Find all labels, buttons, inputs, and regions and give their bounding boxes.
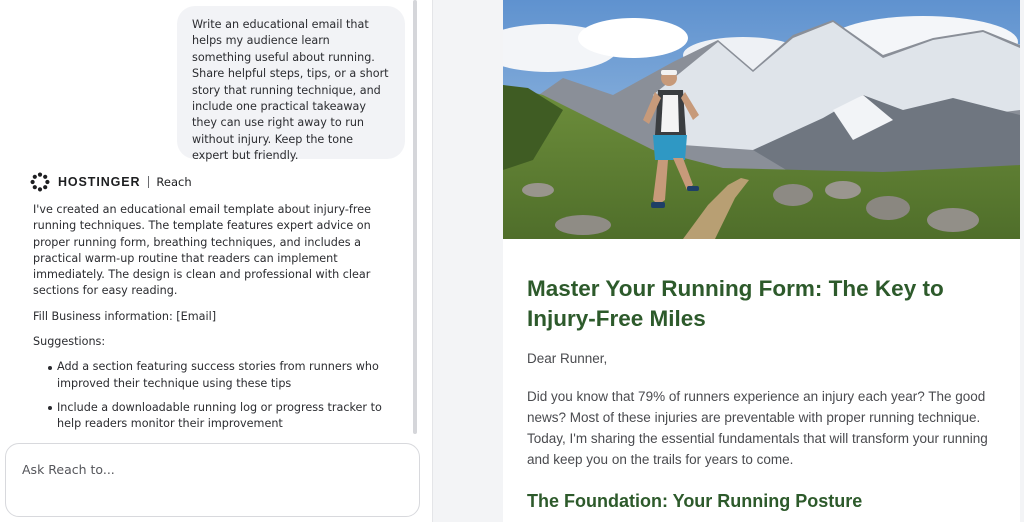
app-window: Write an educational email that helps my… [0,0,1024,522]
assistant-header: HOSTINGER Reach [30,172,192,192]
suggestions-label: Suggestions: [33,335,106,349]
email-preview-pane: Master Your Running Form: The Key to Inj… [432,0,1024,522]
section-heading: The Foundation: Your Running Posture [527,491,863,511]
email-title: Master Your Running Form: The Key to Inj… [527,276,944,331]
suggestion-item: Add a section featuring success stories … [33,359,405,392]
business-info-line: Fill Business information: [Email] [33,309,217,323]
suggestions-list: Add a section featuring success stories … [33,359,405,432]
chat-scrollbar[interactable] [413,0,417,434]
email-canvas: Master Your Running Form: The Key to Inj… [503,0,1020,522]
assistant-intro: I've created an educational email templa… [33,203,371,298]
brand-divider [148,176,150,188]
suggestion-item: Include a downloadable running log or pr… [33,400,405,433]
chat-input[interactable]: Ask Reach to... [5,443,420,517]
brand-name: HOSTINGER [58,175,141,189]
assistant-message: I've created an educational email templa… [33,202,405,441]
trail-runner-mountains-image [503,0,1020,239]
user-message: Write an educational email that helps my… [177,6,405,162]
email-greeting: Dear Runner, [527,351,608,366]
email-intro-paragraph: Did you know that 79% of runners experie… [527,389,988,467]
brand-product: Reach [156,175,192,189]
chat-input-placeholder: Ask Reach to... [22,462,115,477]
hostinger-logo-icon [30,172,50,192]
chat-panel: Write an educational email that helps my… [0,0,432,522]
